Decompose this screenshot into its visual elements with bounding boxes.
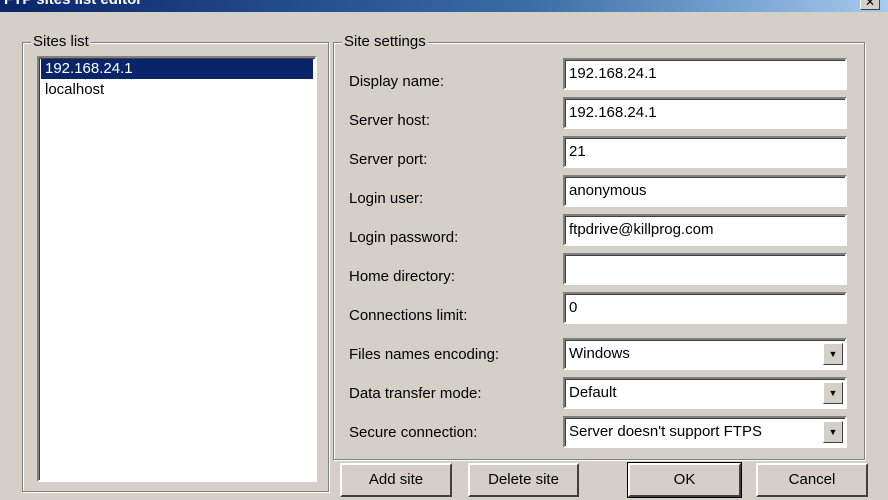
display-name-input[interactable]: 192.168.24.1 bbox=[563, 58, 847, 90]
secure-connection-select[interactable]: Server doesn't support FTPS ▼ bbox=[563, 416, 847, 448]
connections-limit-input[interactable]: 0 bbox=[563, 292, 847, 324]
display-name-value: 192.168.24.1 bbox=[569, 65, 657, 82]
secure-connection-value: Server doesn't support FTPS bbox=[569, 423, 762, 440]
delete-site-button[interactable]: Delete site bbox=[468, 463, 579, 497]
server-host-value: 192.168.24.1 bbox=[569, 104, 657, 121]
close-icon: ✕ bbox=[864, 0, 876, 9]
close-button[interactable]: ✕ bbox=[860, 0, 880, 10]
chevron-down-icon[interactable]: ▼ bbox=[823, 343, 843, 365]
server-port-input[interactable]: 21 bbox=[563, 136, 847, 168]
home-directory-label: Home directory: bbox=[349, 268, 455, 285]
title-bar: FTP sites list editor bbox=[0, 0, 888, 12]
files-names-encoding-select[interactable]: Windows ▼ bbox=[563, 338, 847, 370]
server-port-label: Server port: bbox=[349, 151, 428, 168]
data-transfer-mode-label: Data transfer mode: bbox=[349, 385, 482, 402]
chevron-down-icon[interactable]: ▼ bbox=[823, 421, 843, 443]
files-names-encoding-value: Windows bbox=[569, 345, 630, 362]
window-title: FTP sites list editor bbox=[4, 0, 142, 8]
login-password-label: Login password: bbox=[349, 229, 459, 246]
ok-button[interactable]: OK bbox=[627, 462, 742, 498]
server-host-label: Server host: bbox=[349, 112, 430, 129]
data-transfer-mode-select[interactable]: Default ▼ bbox=[563, 377, 847, 409]
chevron-down-icon[interactable]: ▼ bbox=[823, 382, 843, 404]
files-names-encoding-label: Files names encoding: bbox=[349, 346, 500, 363]
sites-listbox[interactable]: 192.168.24.1 localhost bbox=[37, 56, 317, 482]
login-user-label: Login user: bbox=[349, 190, 424, 207]
display-name-label: Display name: bbox=[349, 73, 445, 90]
server-host-input[interactable]: 192.168.24.1 bbox=[563, 97, 847, 129]
data-transfer-mode-value: Default bbox=[569, 384, 617, 401]
secure-connection-label: Secure connection: bbox=[349, 424, 478, 441]
login-password-input[interactable]: ftpdrive@killprog.com bbox=[563, 214, 847, 246]
connections-limit-value: 0 bbox=[569, 299, 578, 316]
sites-list-legend: Sites list bbox=[31, 33, 91, 50]
home-directory-input[interactable] bbox=[563, 253, 847, 285]
login-user-value: anonymous bbox=[569, 182, 647, 199]
add-site-button[interactable]: Add site bbox=[340, 463, 452, 497]
login-user-input[interactable]: anonymous bbox=[563, 175, 847, 207]
cancel-button[interactable]: Cancel bbox=[756, 463, 868, 497]
site-settings-legend: Site settings bbox=[342, 33, 428, 50]
server-port-value: 21 bbox=[569, 143, 586, 160]
list-item[interactable]: 192.168.24.1 bbox=[41, 59, 313, 79]
connections-limit-label: Connections limit: bbox=[349, 307, 468, 324]
list-item[interactable]: localhost bbox=[41, 80, 313, 100]
login-password-value: ftpdrive@killprog.com bbox=[569, 221, 714, 238]
